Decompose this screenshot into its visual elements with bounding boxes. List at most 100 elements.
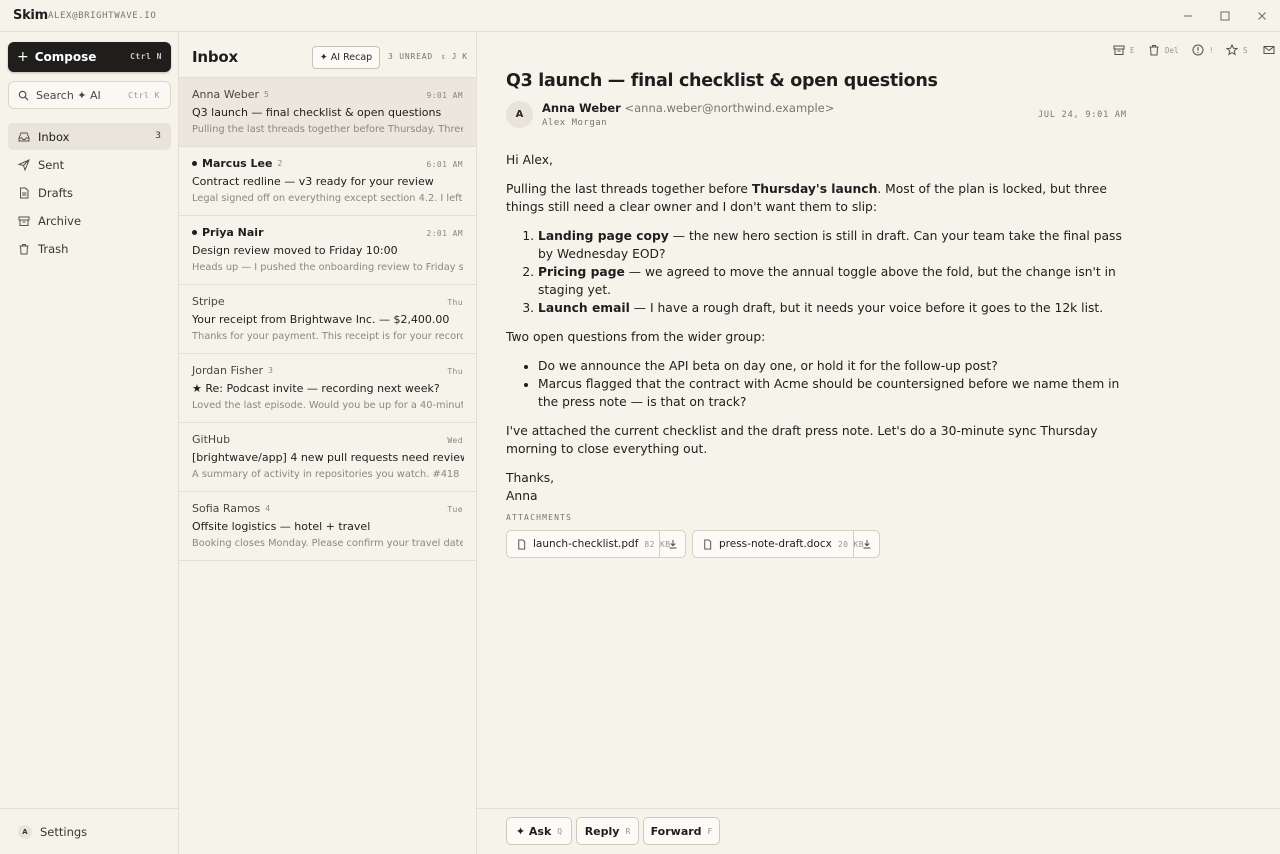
message-time: 6:01 AM (426, 160, 463, 169)
ask-ai-button[interactable]: ✦ Ask Q (506, 817, 572, 845)
message-body: Hi Alex, Pulling the last threads togeth… (506, 151, 1126, 505)
download-icon (863, 540, 870, 549)
draft-icon (20, 187, 29, 198)
greeting: Hi Alex, (506, 153, 553, 167)
close-icon[interactable] (1255, 9, 1269, 23)
list-item[interactable]: Marcus Lee 2 6:01 AM Contract redline — v3 … (179, 147, 476, 216)
list-item: Pricing page — we agreed to move the ann… (538, 263, 1126, 299)
thread-count: 3 (268, 366, 273, 375)
message-subject: Contract redline — v3 ready for your rev… (192, 175, 434, 188)
folder-nav: Inbox 3 Sent Drafts Archive Trash (8, 123, 171, 263)
reading-pane: E Del ! S U Q3 launch — final checklist … (477, 32, 1280, 854)
sender-name: Jordan Fisher (192, 364, 264, 377)
sender-name: Anna Weber (542, 101, 621, 115)
thread-count: 4 (265, 504, 271, 513)
sidebar-item-label: Trash (38, 241, 69, 256)
title-bar: Skim ALEX@BRIGHTWAVE.IO (0, 0, 1280, 32)
inbox-icon (18, 132, 30, 141)
archive-icon (1113, 45, 1125, 55)
attachment-name: press-note-draft.docx (719, 538, 832, 550)
message-subject: Q3 launch — final checklist & open quest… (506, 71, 938, 91)
message-subject: Design review moved to Friday 10:00 (192, 244, 398, 257)
message-preview: Pulling the last threads together before… (192, 124, 463, 135)
signoff: Thanks, (506, 471, 555, 485)
attachment[interactable]: press-note-draft.docx 20 KB (692, 530, 880, 558)
questions-intro: Two open questions from the wider group: (506, 330, 766, 344)
message-sender: Sofia Ramos 4 (192, 502, 270, 515)
message-preview: Legal signed off on everything except se… (192, 193, 463, 204)
closing-paragraph: I've attached the current checklist and … (506, 424, 1098, 456)
message-subject: Your receipt from Brightwave Inc. — $2,4… (192, 313, 450, 326)
mark-unread-button[interactable]: U (1263, 44, 1280, 56)
questions-list: Do we announce the API beta on day one, … (538, 357, 1126, 411)
jk-nav-hint: ⇕ J K (441, 52, 468, 61)
attachment-name: launch-checklist.pdf (533, 538, 639, 550)
delete-key: Del (1165, 45, 1179, 55)
download-button[interactable] (659, 531, 685, 557)
sidebar-item-inbox[interactable]: Inbox 3 (8, 123, 171, 150)
reply-key: R (625, 826, 631, 836)
delete-button[interactable]: Del (1148, 44, 1179, 56)
forward-key: F (707, 826, 713, 836)
sidebar-item-trash[interactable]: Trash (8, 235, 171, 262)
reply-button[interactable]: Reply R (576, 817, 639, 845)
archive-key: E (1130, 45, 1135, 55)
star-button[interactable]: S (1226, 44, 1248, 56)
thread-count: 2 (277, 159, 283, 168)
sender-email[interactable]: <anna.weber@northwind.example> (624, 101, 834, 115)
unread-dot-icon (192, 230, 197, 235)
compose-label: Compose (34, 50, 97, 64)
sender-name: Marcus Lee (202, 157, 273, 170)
sidebar-item-sent[interactable]: Sent (8, 151, 171, 178)
compose-button[interactable]: + Compose Ctrl N (8, 42, 171, 72)
up-down-icon: ⇕ (441, 52, 447, 61)
message-sender: Priya Nair (192, 226, 264, 239)
list-item[interactable]: Jordan Fisher 3 Thu ★ Re: Podcast invite — … (179, 354, 476, 423)
sidebar-item-label: Archive (38, 213, 82, 228)
plus-icon: + (17, 49, 29, 65)
list-item[interactable]: Priya Nair 2:01 AM Design review moved to … (179, 216, 476, 285)
message-subject: Offsite logistics — hotel + travel (192, 520, 371, 533)
unread-dot-icon (192, 161, 197, 166)
message-sender: Marcus Lee 2 (192, 157, 282, 170)
sender-name: GitHub (192, 433, 231, 446)
message-time: Tue (447, 505, 463, 514)
message-preview: Loved the last episode. Would you be up … (192, 400, 463, 411)
message-preview: A summary of activity in repositories yo… (192, 469, 463, 480)
trash-icon (19, 243, 29, 254)
search-input[interactable]: Search ✦ AI Ctrl K (8, 81, 171, 109)
list-item[interactable]: Stripe Thu Your receipt from Brightwave In… (179, 285, 476, 354)
forward-label: Forward (650, 824, 702, 838)
message-subject: ★ Re: Podcast invite — recording next we… (192, 382, 440, 395)
list-item[interactable]: Sofia Ramos 4 Tue Offsite logistics — hotel… (179, 492, 476, 561)
attachment[interactable]: launch-checklist.pdf 82 KB (506, 530, 686, 558)
avatar: A (506, 101, 533, 128)
important-button[interactable]: ! (1192, 44, 1214, 56)
app-name: Skim (13, 8, 48, 23)
thread-count: 5 (263, 90, 269, 99)
message-time: Wed (447, 436, 463, 445)
list-item: Launch email — I have a rough draft, but… (538, 299, 1126, 317)
forward-button[interactable]: Forward F (643, 817, 720, 845)
download-button[interactable] (853, 531, 879, 557)
minimize-icon[interactable] (1181, 9, 1195, 23)
list-item[interactable]: Anna Weber 5 9:01 AM Q3 launch — final chec… (179, 78, 476, 147)
sidebar-item-label: Drafts (38, 185, 73, 200)
message-sender: GitHub (192, 433, 230, 446)
archive-button[interactable]: E (1113, 44, 1135, 56)
list-item[interactable]: GitHub Wed [brightwave/app] 4 new pull req… (179, 423, 476, 492)
sidebar-item-archive[interactable]: Archive (8, 207, 171, 234)
message-preview: Thanks for your payment. This receipt is… (192, 331, 463, 342)
message-subject: [brightwave/app] 4 new pull requests nee… (192, 451, 464, 464)
settings-button[interactable]: A Settings (0, 808, 179, 854)
sidebar-item-drafts[interactable]: Drafts (8, 179, 171, 206)
message-date: JUL 24, 9:01 AM (1038, 110, 1127, 120)
account-email: ALEX@BRIGHTWAVE.IO (48, 11, 157, 21)
download-icon (669, 540, 676, 549)
ask-label: ✦ Ask (515, 824, 552, 838)
message-sender: Stripe (192, 295, 225, 308)
trash-icon (1149, 45, 1159, 56)
ai-recap-button[interactable]: ✦ AI Recap (312, 46, 380, 69)
maximize-icon[interactable] (1218, 9, 1232, 23)
reply-label: Reply (584, 824, 620, 838)
